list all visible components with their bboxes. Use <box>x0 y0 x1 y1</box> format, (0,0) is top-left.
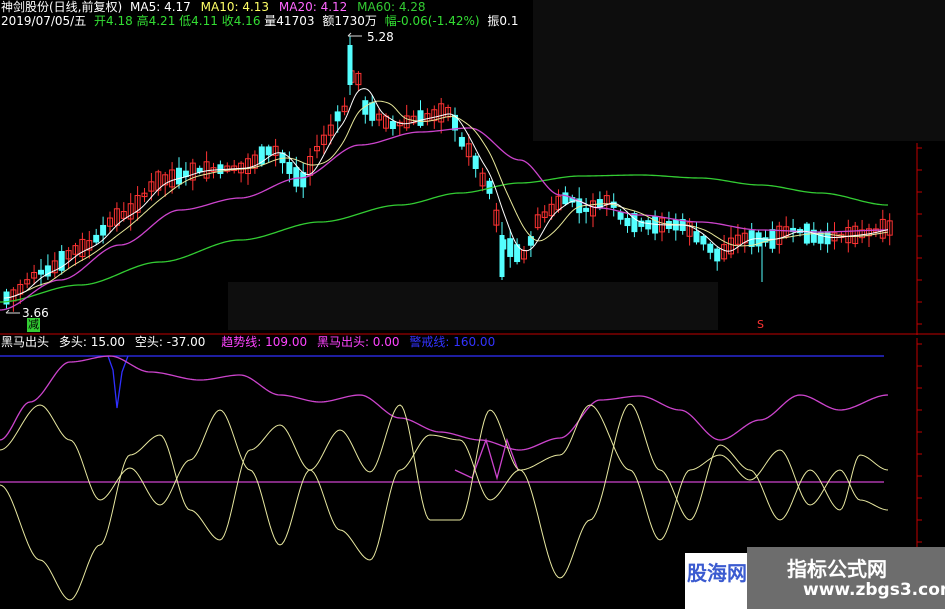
ma20-label: MA20: 4.12 <box>278 0 348 14</box>
candle-down <box>583 207 590 212</box>
horse-label: 黑马出头: 0.00 <box>316 335 400 349</box>
ma5-label: MA5: 4.17 <box>130 0 191 14</box>
trend-label: 趋势线: 109.00 <box>221 335 308 349</box>
stock-chart-canvas <box>0 0 945 609</box>
candle-down <box>389 120 396 130</box>
candle-down <box>176 167 182 185</box>
candle-down <box>693 231 700 243</box>
candle-down <box>507 238 514 257</box>
candle-down <box>300 172 307 188</box>
candle-down <box>286 161 293 174</box>
indicator-name: 黑马出头 <box>1 335 50 349</box>
high-label: 高4.21 <box>136 14 176 28</box>
candle-down <box>100 224 107 236</box>
candle-down <box>347 45 353 85</box>
ma60-label: MA60: 4.28 <box>357 0 426 14</box>
candle-down <box>714 248 721 262</box>
candle-down <box>265 146 272 156</box>
candle-down <box>562 192 569 205</box>
candle-down <box>38 269 44 275</box>
candle-down <box>458 136 465 147</box>
candle-down <box>700 235 707 245</box>
bull-label: 多头: 15.00 <box>58 335 126 349</box>
amplitude-label: 振0.1 <box>487 14 519 28</box>
candle-down <box>472 155 479 170</box>
candle-down <box>334 111 341 122</box>
open-label: 开4.18 <box>94 14 133 28</box>
candle-down <box>293 167 300 187</box>
left-watermark: 股海网 <box>685 553 755 609</box>
amount-label: 额1730万 <box>322 14 377 28</box>
watermark-title: 指标公式网 <box>787 557 887 581</box>
blank-area <box>228 282 718 330</box>
candle-down <box>499 235 505 277</box>
watermark-url: www.zbgs3.com <box>803 580 945 600</box>
high-price-label: 5.28 <box>367 30 394 44</box>
candle-down <box>631 213 638 233</box>
bear-label: 空头: -37.00 <box>134 335 206 349</box>
overlay-panel <box>533 0 945 141</box>
warn-label: 警戒线: 160.00 <box>409 335 496 349</box>
date-label: 2019/07/05/五 <box>1 14 87 28</box>
volume-label: 量41703 <box>264 14 315 28</box>
candle-down <box>369 102 376 121</box>
candle-down <box>624 217 631 227</box>
candle-down <box>617 211 624 220</box>
close-label: 收4.16 <box>221 14 261 28</box>
signal-badge: 减 <box>27 318 40 332</box>
candle-down <box>93 234 100 243</box>
candle-down <box>707 243 714 253</box>
low-label: 低4.11 <box>179 14 218 28</box>
candle-down <box>645 220 652 230</box>
stock-title: 神剑股份(日线,前复权) <box>1 0 123 14</box>
candle-down <box>417 110 424 126</box>
sell-marker: S <box>757 318 764 331</box>
change-label: 幅-0.06(-1.42%) <box>384 14 480 28</box>
ma10-label: MA10: 4.13 <box>200 0 270 14</box>
right-watermark: 指标公式网 www.zbgs3.com <box>747 547 945 609</box>
